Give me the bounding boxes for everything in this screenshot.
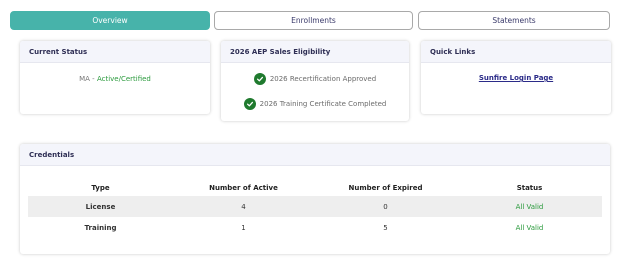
tab-enrollments[interactable]: Enrollments	[214, 11, 413, 30]
eligibility-item: 2026 Training Certificate Completed	[221, 98, 409, 110]
credentials-table: Type Number of Active Number of Expired …	[28, 179, 602, 238]
cell-type: License	[28, 196, 173, 217]
credentials-title: Credentials	[20, 144, 610, 166]
cell-active: 1	[241, 223, 246, 232]
eligibility-item-label: 2026 Training Certificate Completed	[259, 100, 387, 108]
current-status-card: Current Status MA - Active/Certified	[20, 41, 210, 114]
tab-bar: Overview Enrollments Statements	[10, 11, 610, 30]
current-status-line: MA - Active/Certified	[20, 75, 210, 83]
cell-expired: 0	[314, 196, 457, 217]
eligibility-card: 2026 AEP Sales Eligibility 2026 Recertif…	[221, 41, 409, 121]
cell-status: All Valid	[457, 196, 602, 217]
header-status: Status	[516, 183, 543, 192]
cell-status: All Valid	[515, 223, 544, 232]
table-row: License 4 0 All Valid	[28, 196, 602, 217]
cell-type: Training	[84, 223, 117, 232]
status-state: MA	[79, 75, 90, 83]
header-number-active: Number of Active	[209, 183, 278, 192]
header-number-expired: Number of Expired	[348, 183, 423, 192]
tab-overview[interactable]: Overview	[10, 11, 210, 30]
current-status-title: Current Status	[20, 41, 210, 63]
header-type: Type	[91, 183, 110, 192]
credentials-card: Credentials Type Number of Active Number…	[20, 144, 610, 254]
table-row: Training 1 5 All Valid	[28, 217, 602, 238]
cell-active: 4	[173, 196, 314, 217]
quick-links-title: Quick Links	[421, 41, 611, 63]
eligibility-title: 2026 AEP Sales Eligibility	[221, 41, 409, 63]
check-circle-icon	[243, 98, 256, 110]
eligibility-item: 2026 Recertification Approved	[221, 73, 409, 85]
eligibility-item-label: 2026 Recertification Approved	[269, 75, 377, 83]
sunfire-login-link[interactable]: Sunfire Login Page	[479, 74, 553, 82]
cell-expired: 5	[383, 223, 388, 232]
quick-links-card: Quick Links Sunfire Login Page	[421, 41, 611, 114]
status-separator: -	[89, 75, 97, 83]
tab-statements[interactable]: Statements	[418, 11, 610, 30]
quick-link-wrapper: Sunfire Login Page	[421, 74, 611, 82]
table-header-row: Type Number of Active Number of Expired …	[28, 179, 602, 196]
check-circle-icon	[253, 73, 266, 85]
status-value: Active/Certified	[96, 75, 151, 83]
